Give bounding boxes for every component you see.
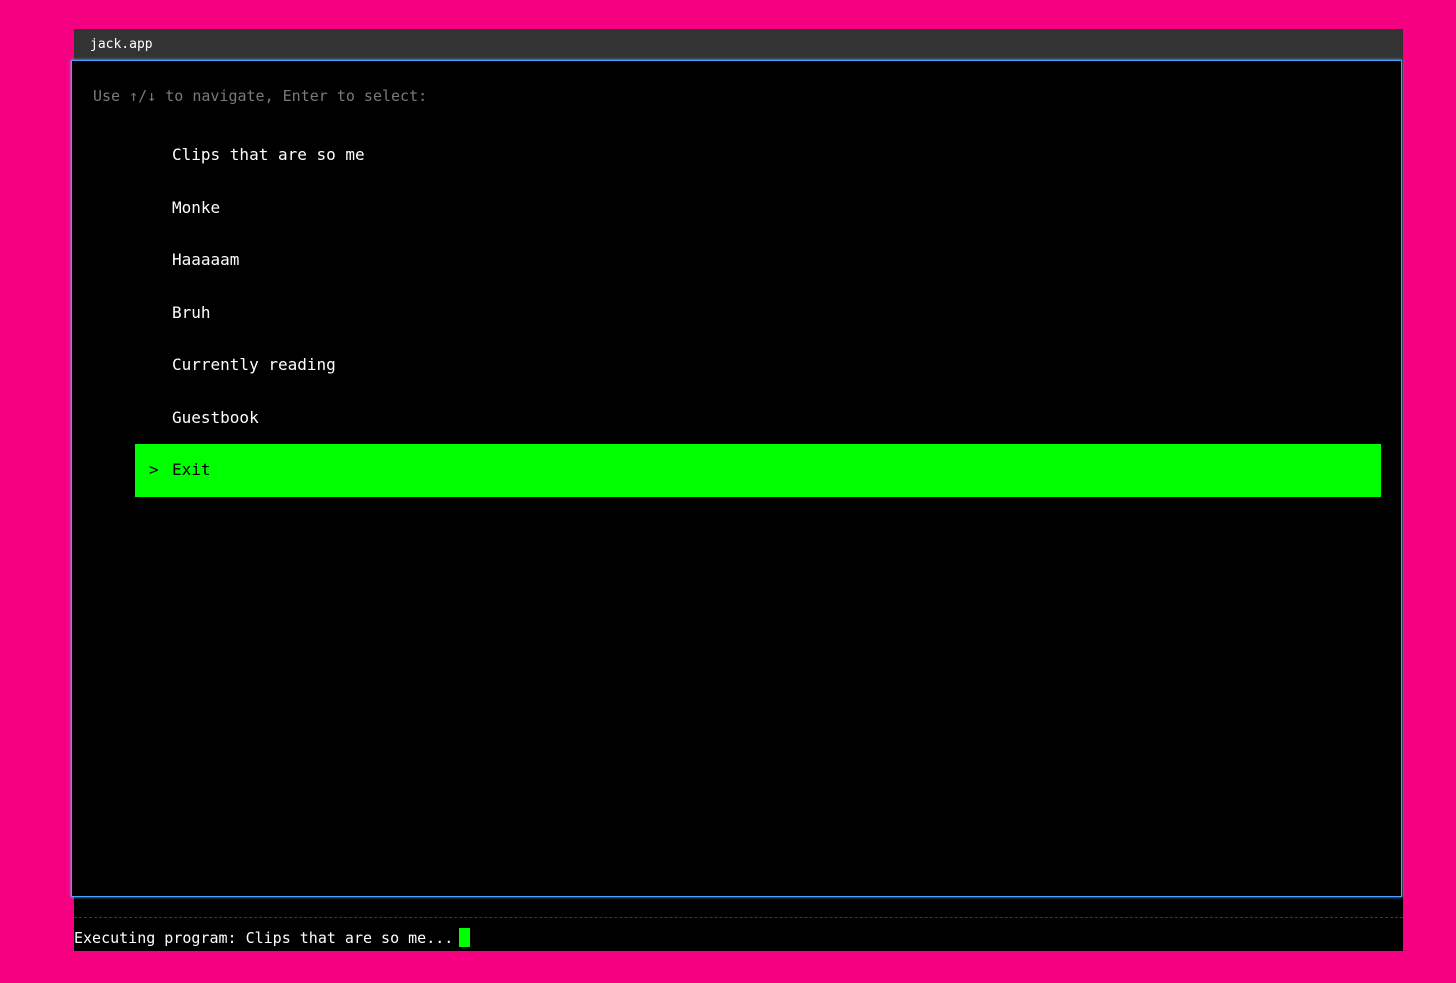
- title-bar: jack.app: [74, 29, 1403, 61]
- app-window: jack.app Use ↑/↓ to navigate, Enter to s…: [71, 29, 1403, 951]
- menu-item-label: Exit: [172, 460, 211, 479]
- terminal-panel[interactable]: Use ↑/↓ to navigate, Enter to select: > …: [71, 60, 1402, 897]
- program-menu: > Clips that are so me > Monke > Haaaaam…: [135, 129, 1381, 497]
- block-cursor-icon: [459, 928, 471, 947]
- status-divider: [74, 917, 1403, 918]
- status-line: Executing program: Clips that are so me.…: [74, 927, 471, 949]
- menu-item-haaaaam[interactable]: > Haaaaam: [135, 234, 1381, 287]
- menu-item-guestbook[interactable]: > Guestbook: [135, 392, 1381, 445]
- menu-item-label: Monke: [172, 197, 221, 217]
- menu-item-currently-reading[interactable]: > Currently reading: [135, 339, 1381, 392]
- navigation-hint: Use ↑/↓ to navigate, Enter to select:: [93, 87, 428, 105]
- status-text: Executing program: Clips that are so me.…: [74, 929, 454, 947]
- menu-item-monke[interactable]: > Monke: [135, 182, 1381, 235]
- menu-item-bruh[interactable]: > Bruh: [135, 287, 1381, 340]
- menu-item-clips-that-are-so-me[interactable]: > Clips that are so me: [135, 129, 1381, 182]
- menu-item-label: Clips that are so me: [172, 145, 365, 164]
- menu-item-label: Bruh: [172, 302, 211, 322]
- window-title: jack.app: [90, 37, 153, 52]
- menu-item-exit[interactable]: > Exit: [135, 444, 1381, 497]
- menu-item-label: Guestbook: [172, 407, 259, 427]
- menu-item-label: Haaaaam: [172, 250, 240, 269]
- menu-item-label: Currently reading: [172, 355, 336, 374]
- selection-cursor-icon: >: [149, 460, 159, 479]
